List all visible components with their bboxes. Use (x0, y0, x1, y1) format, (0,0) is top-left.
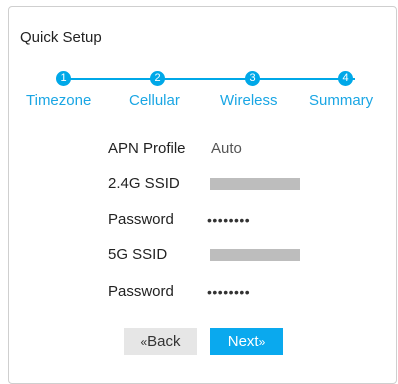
back-button[interactable]: «Back (124, 328, 197, 355)
ssid-24-label: 2.4G SSID (108, 175, 180, 192)
next-button[interactable]: Next» (210, 328, 283, 355)
quick-setup-panel (8, 6, 397, 384)
back-button-label: Back (147, 333, 181, 350)
ssid-24-value-redacted (210, 178, 300, 190)
apn-profile-label: APN Profile (108, 140, 186, 157)
step-2-label[interactable]: Cellular (129, 92, 180, 109)
step-3-dot[interactable]: 3 (245, 71, 260, 86)
password-24-label: Password (108, 211, 174, 228)
step-2-dot[interactable]: 2 (150, 71, 165, 86)
ssid-5-value-redacted (210, 249, 300, 261)
password-24-value: •••••••• (207, 212, 251, 228)
password-5-label: Password (108, 283, 174, 300)
panel-title: Quick Setup (20, 29, 102, 46)
next-chevron-icon: » (258, 335, 266, 349)
password-5-value: •••••••• (207, 284, 251, 300)
stepper-line (63, 78, 355, 80)
apn-profile-value: Auto (211, 140, 242, 157)
step-1-dot[interactable]: 1 (56, 71, 71, 86)
next-button-label: Next (227, 333, 259, 350)
step-4-dot[interactable]: 4 (338, 71, 353, 86)
step-4-label[interactable]: Summary (309, 92, 373, 109)
step-3-label[interactable]: Wireless (220, 92, 278, 109)
step-1-label[interactable]: Timezone (26, 92, 91, 109)
ssid-5-label: 5G SSID (108, 246, 168, 263)
